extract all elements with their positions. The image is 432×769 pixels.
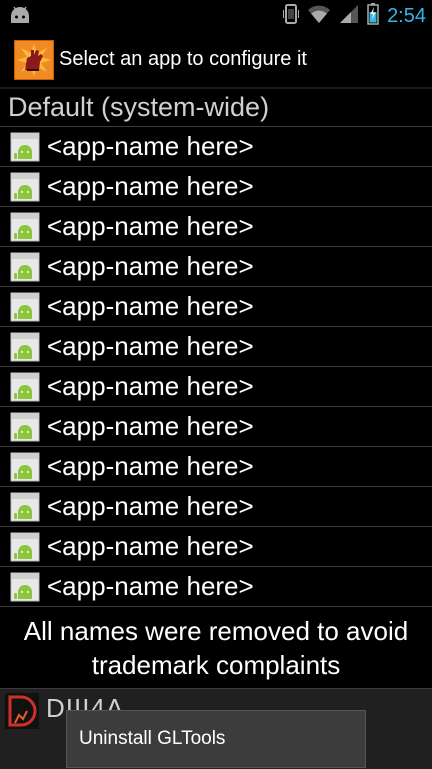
app-name: <app-name here> [47, 571, 254, 601]
list-item-app[interactable]: <app-name here> [0, 407, 432, 447]
clock: 2:54 [387, 4, 426, 27]
android-notification-icon [8, 5, 32, 30]
notice-line-2: trademark complaints [91, 650, 341, 680]
list-item-app[interactable]: <app-name here> [0, 567, 432, 607]
battery-charging-icon [367, 2, 379, 30]
list-item-app[interactable]: <app-name here> [0, 127, 432, 167]
android-app-icon [10, 532, 40, 562]
diii4a-app-icon [5, 693, 39, 729]
app-logo-icon[interactable] [13, 38, 55, 81]
action-bar: Select an app to configure it [0, 32, 432, 89]
app-name: <app-name here> [47, 131, 254, 161]
android-app-icon [10, 452, 40, 482]
app-list: Default (system-wide) <app-name here> <a… [0, 88, 432, 607]
wifi-icon [307, 4, 331, 29]
list-item-app[interactable]: <app-name here> [0, 447, 432, 487]
toast-text: Uninstall GLTools [79, 728, 226, 749]
list-item-app[interactable]: <app-name here> [0, 367, 432, 407]
app-name: <app-name here> [47, 171, 254, 201]
app-name: <app-name here> [47, 451, 254, 481]
android-app-icon [10, 132, 40, 162]
default-label: Default (system-wide) [8, 91, 270, 122]
list-item-app[interactable]: <app-name here> [0, 287, 432, 327]
app-name: <app-name here> [47, 491, 254, 521]
android-app-icon [10, 252, 40, 282]
notice-line-1: All names were removed to avoid [23, 616, 409, 646]
app-name: <app-name here> [47, 531, 254, 561]
status-bar: 2:54 [0, 0, 432, 32]
notice-text: All names were removed to avoid trademar… [0, 614, 432, 682]
app-name: <app-name here> [47, 371, 254, 401]
android-app-icon [10, 172, 40, 202]
app-name: <app-name here> [47, 331, 254, 361]
app-name: <app-name here> [47, 211, 254, 241]
app-name: <app-name here> [47, 411, 254, 441]
list-item-app[interactable]: <app-name here> [0, 327, 432, 367]
app-name: <app-name here> [47, 291, 254, 321]
android-app-icon [10, 292, 40, 322]
android-app-icon [10, 572, 40, 602]
page-title: Select an app to configure it [59, 48, 307, 70]
toast-message: Uninstall GLTools [66, 710, 366, 768]
list-item-app[interactable]: <app-name here> [0, 247, 432, 287]
android-app-icon [10, 332, 40, 362]
list-item-app[interactable]: <app-name here> [0, 167, 432, 207]
android-app-icon [10, 492, 40, 522]
android-app-icon [10, 212, 40, 242]
app-name: <app-name here> [47, 251, 254, 281]
android-app-icon [10, 412, 40, 442]
list-item-app[interactable]: <app-name here> [0, 207, 432, 247]
list-item-app[interactable]: <app-name here> [0, 487, 432, 527]
signal-icon [339, 4, 359, 29]
list-item-app[interactable]: <app-name here> [0, 527, 432, 567]
vibrate-icon [283, 3, 300, 30]
android-app-icon [10, 372, 40, 402]
list-item-default[interactable]: Default (system-wide) [0, 88, 432, 127]
